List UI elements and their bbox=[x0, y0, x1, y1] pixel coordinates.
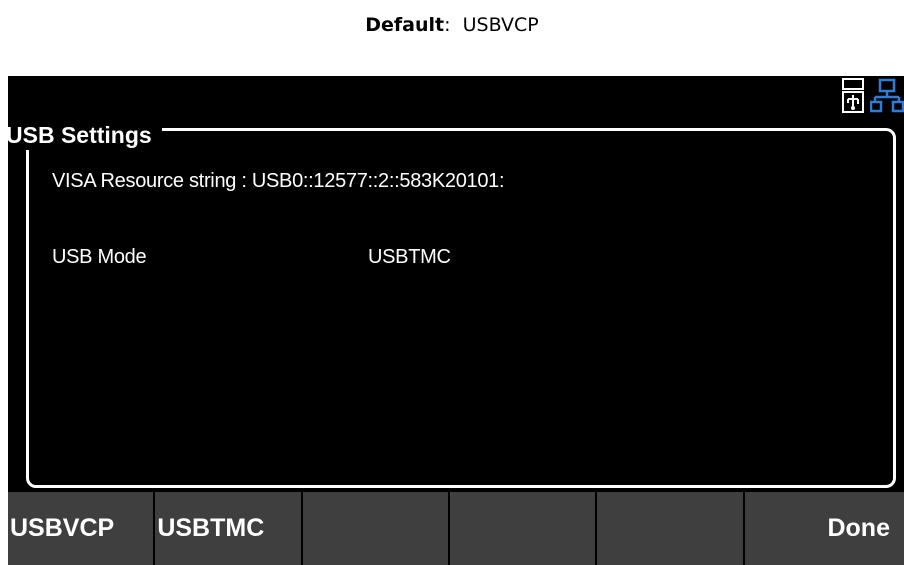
caption: Default: USBVCP bbox=[0, 14, 904, 36]
usb-icon bbox=[842, 78, 864, 114]
panel-title: USB Settings bbox=[8, 120, 162, 150]
softkey-bar: USBVCP USBTMC Done bbox=[8, 492, 904, 565]
usb-mode-value: USBTMC bbox=[368, 246, 451, 268]
softkey-usbtmc[interactable]: USBTMC bbox=[155, 492, 303, 565]
softkey-3[interactable] bbox=[302, 492, 450, 565]
instrument-screen: USB Settings VISA Resource string : USB0… bbox=[8, 76, 904, 565]
softkey-label: Done bbox=[827, 514, 890, 542]
softkey-label: USBTMC bbox=[157, 514, 265, 542]
usb-mode-label: USB Mode bbox=[52, 246, 147, 268]
softkey-done[interactable]: Done bbox=[744, 492, 904, 565]
softkey-label: USBVCP bbox=[10, 514, 115, 542]
visa-resource-string: VISA Resource string : USB0::12577::2::5… bbox=[52, 170, 505, 192]
caption-value: USBVCP bbox=[462, 14, 539, 36]
softkey-5[interactable] bbox=[597, 492, 745, 565]
softkey-4[interactable] bbox=[449, 492, 598, 565]
network-icon bbox=[870, 78, 904, 114]
caption-separator: : bbox=[444, 14, 451, 36]
status-bar bbox=[842, 78, 904, 118]
caption-label: Default bbox=[365, 14, 445, 36]
softkey-usbvcp[interactable]: USBVCP bbox=[8, 492, 156, 565]
